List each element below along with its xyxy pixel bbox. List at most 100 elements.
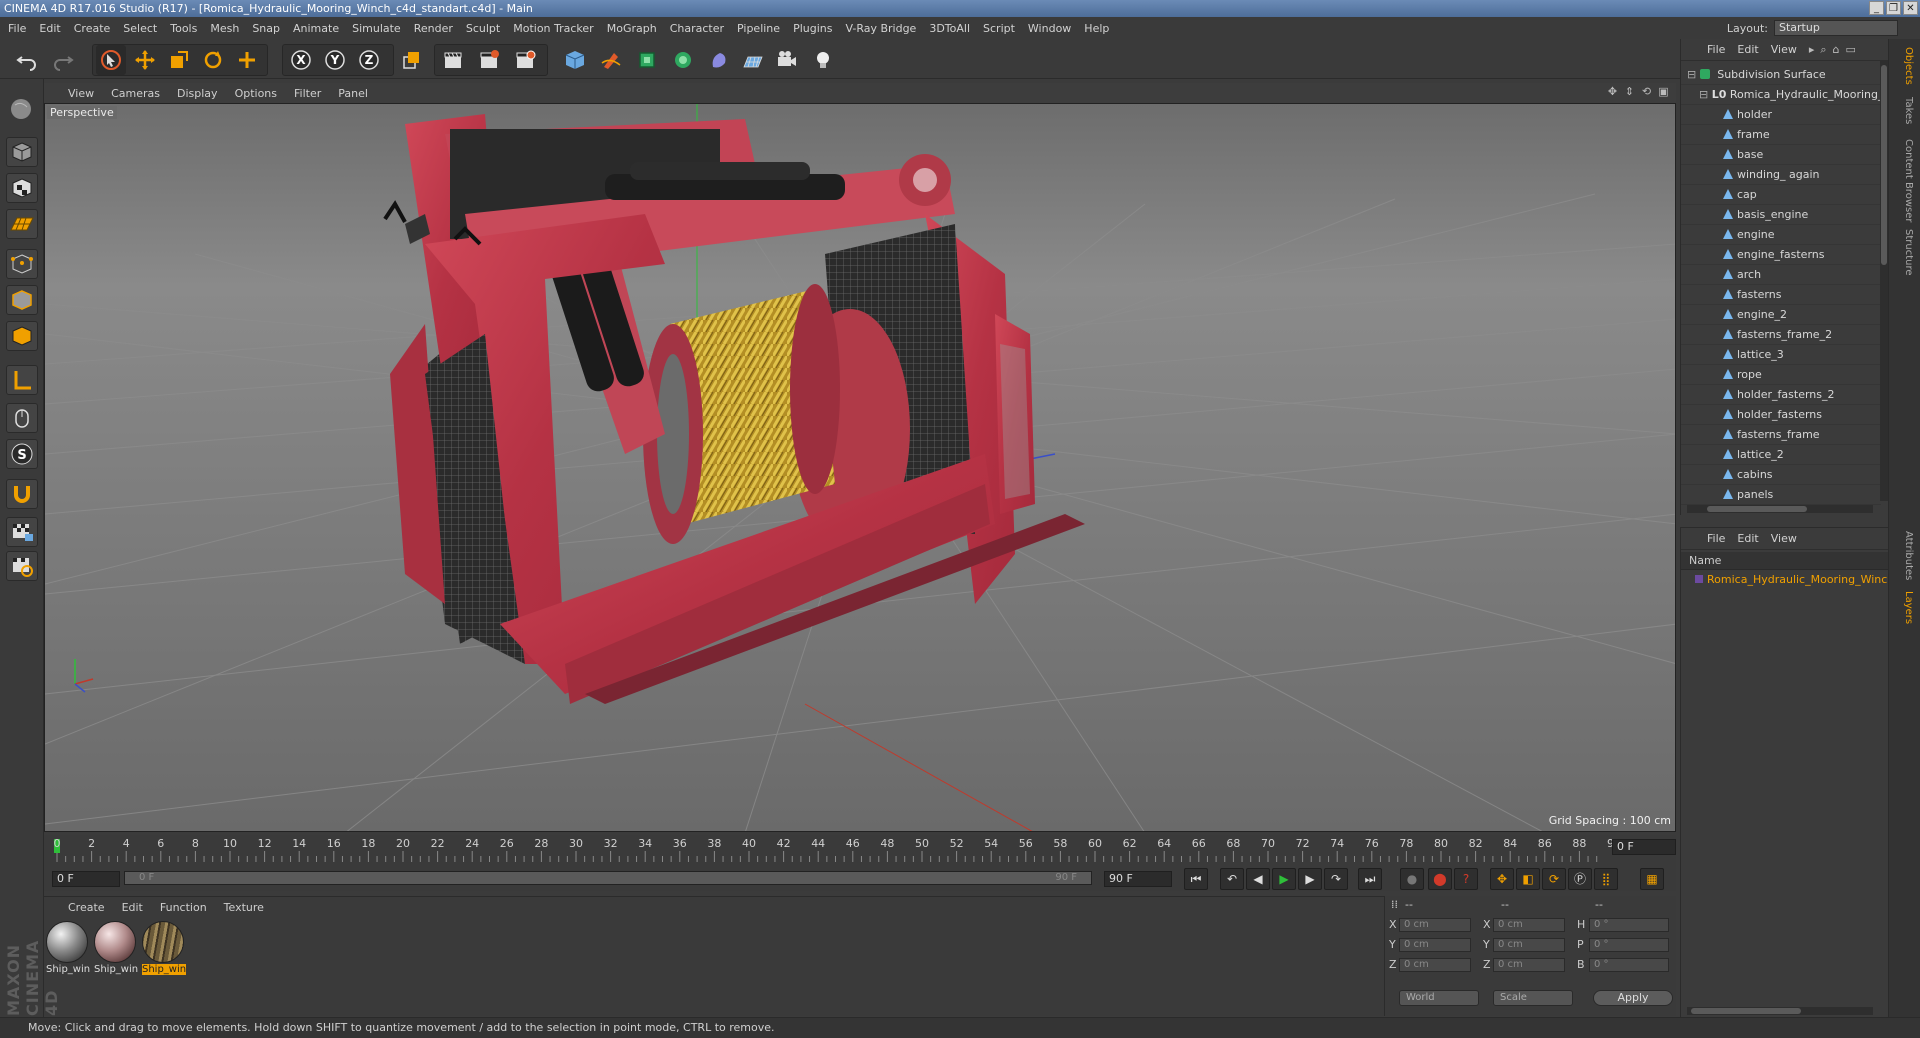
workplane-button[interactable] (6, 209, 38, 239)
go-to-end-button[interactable]: ⏭ (1358, 868, 1382, 890)
tab-content-browser[interactable]: Content Browser (1896, 139, 1914, 222)
menu-sculpt[interactable]: Sculpt (466, 22, 500, 35)
planar-workplane-button[interactable] (6, 551, 38, 581)
timeline-ruler[interactable]: 0 2 4 6 8 10 12 14 16 18 20 22 24 26 28 30 32 34 36 38 40 42 4… (44, 835, 1621, 863)
menu-script[interactable]: Script (983, 22, 1015, 35)
light-button[interactable] (808, 45, 838, 75)
next-key-button[interactable]: ↷ (1324, 868, 1348, 890)
live-selection-button[interactable] (232, 45, 262, 75)
viewport-maximize-icon[interactable]: ▣ (1657, 85, 1670, 98)
object-row[interactable]: cap (1681, 185, 1881, 205)
key-parameter-button[interactable]: Ⓟ (1568, 868, 1592, 890)
position-x-field[interactable]: 0 cm (1399, 918, 1471, 932)
tab-layers[interactable]: Layers (1896, 591, 1914, 624)
object-row[interactable]: holder (1681, 105, 1881, 125)
object-row-group[interactable]: ⊟ L0 Romica_Hydraulic_Mooring_Winch (1681, 85, 1881, 105)
menu-character[interactable]: Character (670, 22, 724, 35)
object-row[interactable]: fasterns (1681, 285, 1881, 305)
material-swatch-selected[interactable]: Ship_win (142, 921, 186, 981)
material-menu-edit[interactable]: Edit (122, 901, 143, 914)
pen-spline-button[interactable] (596, 45, 626, 75)
deformer-button[interactable] (704, 45, 734, 75)
menu-3dtoall[interactable]: 3DToAll (929, 22, 970, 35)
layer-row[interactable]: Romica_Hydraulic_Mooring_Winch (1681, 571, 1889, 589)
material-menu-function[interactable]: Function (160, 901, 207, 914)
search-icon[interactable]: ⌕ (1820, 43, 1826, 57)
points-mode-button[interactable] (6, 249, 38, 279)
previous-key-button[interactable]: ↶ (1220, 868, 1244, 890)
menu-motion-tracker[interactable]: Motion Tracker (513, 22, 593, 35)
layout-dropdown[interactable]: Startup (1774, 20, 1898, 36)
perspective-viewport[interactable]: Perspective Grid Spacing : 100 cm (44, 103, 1676, 832)
menu-help[interactable]: Help (1084, 22, 1109, 35)
y-axis-button[interactable]: Y (320, 45, 350, 75)
rotate-tool-button[interactable] (198, 45, 228, 75)
preview-range-slider[interactable]: 0 F 90 F (124, 871, 1092, 885)
menu-snap[interactable]: Snap (252, 22, 280, 35)
layer-color-swatch[interactable] (1695, 575, 1703, 583)
position-z-field[interactable]: 0 cm (1399, 958, 1471, 972)
move-tool-button[interactable] (130, 45, 160, 75)
material-swatch[interactable]: Ship_win (46, 921, 90, 981)
viewport-menu-display[interactable]: Display (177, 87, 218, 100)
size-x-field[interactable]: 0 cm (1493, 918, 1565, 932)
object-row[interactable]: holder_fasterns_2 (1681, 385, 1881, 405)
menu-tools[interactable]: Tools (170, 22, 197, 35)
viewport-rotate-icon[interactable]: ⟲ (1640, 85, 1653, 98)
auto-key-button[interactable]: ⬤ (1428, 868, 1452, 890)
axis-mode-button[interactable] (6, 365, 38, 395)
start-frame-field[interactable]: 0 F (52, 871, 120, 887)
redo-button[interactable] (48, 45, 78, 75)
object-row[interactable]: fasterns_frame_2 (1681, 325, 1881, 345)
viewport-menu-panel[interactable]: Panel (338, 87, 368, 100)
layers-menu-view[interactable]: View (1771, 532, 1797, 545)
material-menu-texture[interactable]: Texture (224, 901, 264, 914)
object-row[interactable]: basis_engine (1681, 205, 1881, 225)
maximize-button[interactable]: ❐ (1886, 1, 1901, 15)
layers-horizontal-scrollbar[interactable] (1687, 1007, 1873, 1015)
go-to-start-button[interactable]: ⏮ (1184, 868, 1208, 890)
cube-object-button[interactable] (560, 45, 590, 75)
objects-menu-edit[interactable]: Edit (1737, 43, 1758, 56)
rotation-h-field[interactable]: 0 ° (1589, 918, 1669, 932)
size-mode-dropdown[interactable]: Scale (1493, 990, 1573, 1006)
end-frame-field[interactable]: 90 F (1104, 871, 1172, 887)
menu-create[interactable]: Create (74, 22, 111, 35)
object-row[interactable]: fasterns_frame (1681, 425, 1881, 445)
render-view-button[interactable] (438, 45, 468, 75)
object-row[interactable]: engine (1681, 225, 1881, 245)
size-z-field[interactable]: 0 cm (1493, 958, 1565, 972)
objects-menu-view[interactable]: View (1771, 43, 1797, 56)
objects-vertical-scrollbar[interactable] (1880, 61, 1888, 501)
viewport-menu-view[interactable]: View (68, 87, 94, 100)
menu-vray-bridge[interactable]: V-Ray Bridge (845, 22, 916, 35)
polygons-mode-button[interactable] (6, 321, 38, 351)
snapping-button[interactable]: S (6, 439, 38, 469)
tab-structure[interactable]: Structure (1896, 229, 1914, 276)
render-settings-button[interactable] (510, 45, 540, 75)
object-row[interactable]: lattice_3 (1681, 345, 1881, 365)
menu-mesh[interactable]: Mesh (210, 22, 239, 35)
object-row[interactable]: engine_fasterns (1681, 245, 1881, 265)
position-y-field[interactable]: 0 cm (1399, 938, 1471, 952)
keyframe-selection-button[interactable]: ? (1454, 868, 1478, 890)
edges-mode-button[interactable] (6, 285, 38, 315)
objects-horizontal-scrollbar[interactable] (1687, 505, 1873, 513)
object-row[interactable]: cabins (1681, 465, 1881, 485)
texture-mode-button[interactable] (6, 173, 38, 203)
menu-window[interactable]: Window (1028, 22, 1071, 35)
object-row[interactable]: arch (1681, 265, 1881, 285)
apply-button[interactable]: Apply (1593, 990, 1673, 1006)
menu-file[interactable]: File (8, 22, 26, 35)
layers-menu-file[interactable]: File (1707, 532, 1725, 545)
material-menu-create[interactable]: Create (68, 901, 105, 914)
undo-button[interactable] (12, 45, 42, 75)
tab-attributes[interactable]: Attributes (1896, 531, 1914, 580)
magnet-button[interactable] (6, 479, 38, 509)
key-scale-button[interactable]: ◧ (1516, 868, 1540, 890)
menu-select[interactable]: Select (123, 22, 157, 35)
rotation-p-field[interactable]: 0 ° (1589, 938, 1669, 952)
viewport-menu-options[interactable]: Options (235, 87, 277, 100)
collapse-icon[interactable]: ⊟ (1687, 68, 1696, 81)
camera-button[interactable] (772, 45, 802, 75)
